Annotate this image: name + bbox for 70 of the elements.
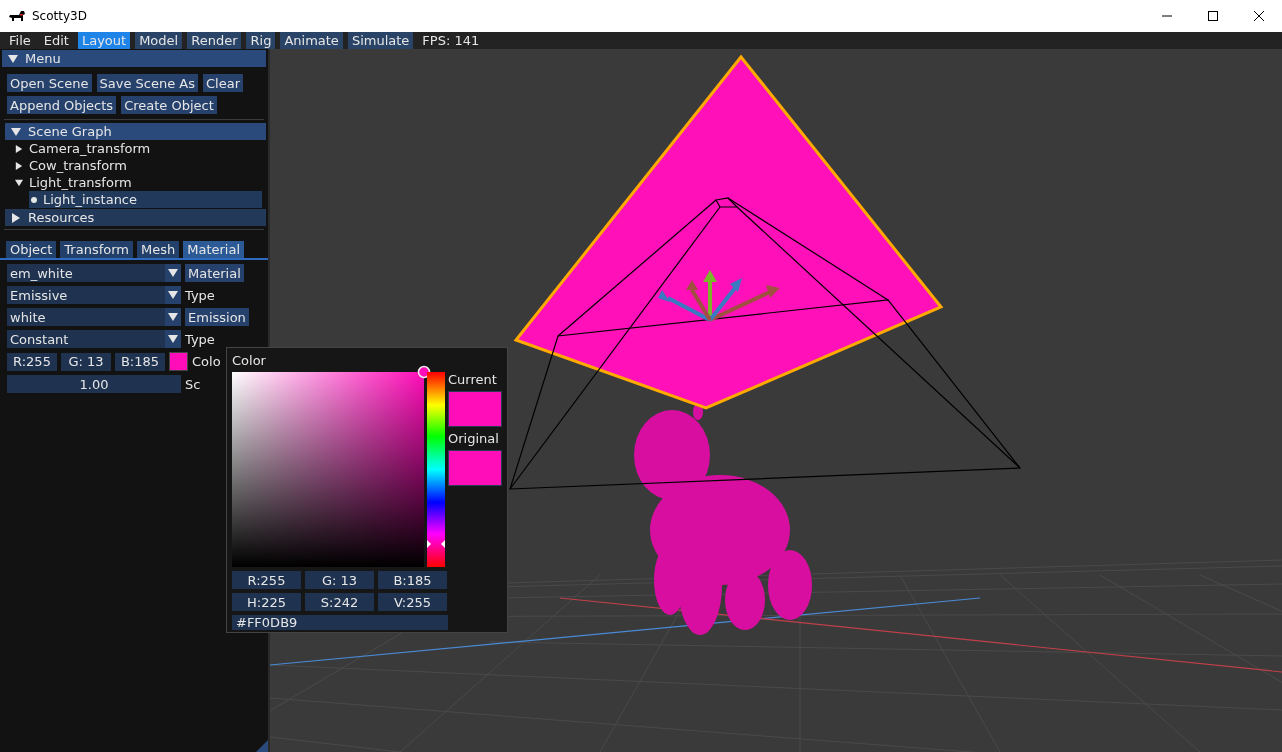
area-light-plane[interactable] — [513, 54, 944, 410]
menu-header[interactable]: Menu — [2, 50, 266, 67]
tree-item[interactable]: Light_transform — [13, 174, 262, 191]
menu-item[interactable]: Edit — [39, 32, 73, 49]
dog-logo-icon — [8, 9, 26, 23]
color-channel-field[interactable]: G: 13 — [61, 352, 111, 371]
tree-item[interactable]: Light_instance — [29, 191, 262, 208]
tab[interactable]: Mesh — [137, 241, 180, 258]
resize-grip-icon[interactable] — [256, 740, 268, 752]
current-label: Current — [448, 372, 498, 387]
collapse-arrow-icon — [8, 53, 18, 64]
field-label: Sc — [185, 376, 201, 392]
dropdown-arrow-icon — [168, 334, 178, 344]
window-title: Scotty3D — [32, 9, 88, 23]
original-label: Original — [448, 431, 500, 446]
tab[interactable]: Object — [6, 241, 57, 258]
menu-button[interactable]: Append Objects — [7, 96, 117, 114]
scale-drag-field[interactable]: 1.00 — [7, 375, 181, 393]
menu-item[interactable]: Animate — [280, 32, 343, 49]
menu-button[interactable]: Create Object — [121, 96, 217, 114]
section-button[interactable]: Emission — [185, 308, 249, 326]
transform-gizmo-drawing[interactable] — [658, 270, 780, 322]
menu-item[interactable]: Simulate — [347, 32, 414, 49]
hsv-field[interactable]: S:242 — [305, 593, 374, 611]
dropdown-arrow-icon — [168, 268, 178, 278]
field-label: Type — [185, 331, 215, 347]
current-color-swatch — [448, 391, 502, 427]
menu-item[interactable]: Render — [187, 32, 242, 49]
close-icon — [1254, 11, 1264, 21]
color-swatch[interactable] — [169, 352, 188, 371]
tab[interactable]: Material — [183, 241, 245, 258]
field-label: Colo — [192, 354, 221, 369]
resources-header[interactable]: Resources — [5, 209, 266, 226]
menu-button[interactable]: Open Scene — [7, 74, 92, 92]
maximize-icon — [1208, 11, 1218, 21]
field-label: Type — [185, 287, 215, 303]
bullet-icon — [31, 196, 37, 203]
hex-field[interactable]: #FF0DB9 — [232, 615, 448, 630]
original-color-swatch[interactable] — [448, 450, 502, 486]
dropdown-arrow-icon — [168, 312, 178, 322]
hue-bar[interactable] — [427, 372, 445, 567]
cow-model-drawing[interactable] — [634, 404, 812, 635]
rgb-field[interactable]: B:185 — [378, 571, 447, 589]
expand-arrow-icon — [11, 212, 21, 223]
collapse-arrow-icon — [11, 126, 21, 137]
dropdown-arrow-icon — [168, 290, 178, 300]
hsv-field[interactable]: H:225 — [232, 593, 301, 611]
menu-button[interactable]: Clear — [203, 74, 243, 92]
dropdown[interactable]: em_white — [7, 264, 181, 282]
popup-title: Color — [232, 353, 267, 368]
color-channel-field[interactable]: B:185 — [115, 352, 165, 371]
tree-item[interactable]: Cow_transform — [13, 157, 262, 174]
dropdown[interactable]: Constant — [7, 330, 181, 348]
hsv-field[interactable]: V:255 — [378, 593, 447, 611]
rgb-field[interactable]: G: 13 — [305, 571, 374, 589]
fps-counter: FPS: 141 — [421, 33, 481, 48]
menu-item[interactable]: Rig — [246, 32, 276, 49]
tree-item[interactable]: Camera_transform — [13, 140, 262, 157]
menu-button[interactable]: Save Scene As — [96, 74, 198, 92]
dropdown[interactable]: white — [7, 308, 181, 326]
section-button[interactable]: Material — [185, 264, 244, 282]
hue-marker-icon[interactable] — [427, 539, 446, 548]
menu-item[interactable]: Model — [135, 32, 183, 49]
menu-item[interactable]: File — [5, 32, 35, 49]
rgb-field[interactable]: R:255 — [232, 571, 301, 589]
scene-graph-header[interactable]: Scene Graph — [5, 123, 266, 140]
collapse-arrow-icon — [15, 178, 23, 187]
dropdown[interactable]: Emissive — [7, 286, 181, 304]
color-channel-field[interactable]: R:255 — [7, 352, 57, 371]
tab[interactable]: Transform — [60, 241, 133, 258]
